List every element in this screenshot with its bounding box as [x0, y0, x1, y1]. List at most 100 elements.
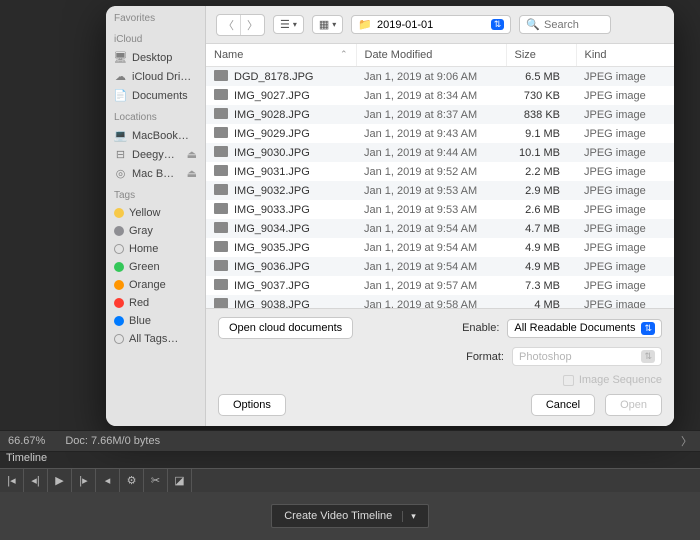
- eject-icon[interactable]: ⏏: [187, 148, 197, 161]
- image-thumbnail-icon: [214, 203, 228, 214]
- sidebar-item-label: Deegy…: [132, 149, 175, 161]
- table-row[interactable]: IMG_9033.JPGJan 1, 2019 at 9:53 AM2.6 MB…: [206, 200, 674, 219]
- sidebar-tag[interactable]: Red: [106, 294, 205, 312]
- table-row[interactable]: IMG_9034.JPGJan 1, 2019 at 9:54 AM4.7 MB…: [206, 219, 674, 238]
- image-thumbnail-icon: [214, 279, 228, 290]
- sidebar-tag[interactable]: Home: [106, 240, 205, 258]
- open-button: Open: [605, 394, 662, 416]
- table-row[interactable]: IMG_9028.JPGJan 1, 2019 at 8:37 AM838 KB…: [206, 105, 674, 124]
- locations-heading: Locations: [106, 105, 205, 126]
- tag-label: Yellow: [129, 207, 160, 219]
- sidebar-tag[interactable]: Orange: [106, 276, 205, 294]
- options-button[interactable]: Options: [218, 394, 286, 416]
- tag-dot-icon: [114, 262, 124, 272]
- audio-icon[interactable]: ◂: [96, 469, 120, 493]
- file-kind: JPEG image: [576, 295, 674, 308]
- tag-label: Orange: [129, 279, 166, 291]
- tag-dot-icon: [114, 316, 124, 326]
- sidebar-item-label: Documents: [132, 90, 188, 102]
- prev-frame-icon[interactable]: ◂|: [24, 469, 48, 493]
- file-size: 10.1 MB: [506, 143, 576, 162]
- updown-icon: ⇅: [491, 19, 505, 30]
- sidebar-item-label: MacBook…: [132, 130, 189, 142]
- sidebar-tag[interactable]: Yellow: [106, 204, 205, 222]
- file-size: 4 MB: [506, 295, 576, 308]
- folder-path-popup[interactable]: 📁 2019-01-01 ⇅: [351, 15, 511, 34]
- create-video-timeline-button[interactable]: Create Video Timeline ▾: [271, 504, 429, 528]
- file-date: Jan 1, 2019 at 9:54 AM: [356, 219, 506, 238]
- view-list-button[interactable]: ☰ ▾: [273, 15, 304, 34]
- table-row[interactable]: IMG_9032.JPGJan 1, 2019 at 9:53 AM2.9 MB…: [206, 181, 674, 200]
- table-row[interactable]: IMG_9027.JPGJan 1, 2019 at 8:34 AM730 KB…: [206, 86, 674, 105]
- settings-gear-icon[interactable]: ⚙: [120, 469, 144, 493]
- table-row[interactable]: IMG_9038.JPGJan 1, 2019 at 9:58 AM4 MBJP…: [206, 295, 674, 308]
- table-row[interactable]: IMG_9037.JPGJan 1, 2019 at 9:57 AM7.3 MB…: [206, 276, 674, 295]
- search-input[interactable]: [544, 19, 604, 31]
- status-bar: 66.67% Doc: 7.66M/0 bytes 〉: [0, 430, 700, 452]
- forward-icon[interactable]: 〉: [240, 15, 264, 35]
- col-kind[interactable]: Kind: [576, 44, 674, 67]
- col-size[interactable]: Size: [506, 44, 576, 67]
- file-kind: JPEG image: [576, 238, 674, 257]
- next-frame-icon[interactable]: |▸: [72, 469, 96, 493]
- file-name: IMG_9031.JPG: [234, 166, 310, 178]
- search-icon: 🔍: [526, 18, 540, 31]
- sidebar-tag[interactable]: All Tags…: [106, 330, 205, 348]
- file-kind: JPEG image: [576, 143, 674, 162]
- sidebar-item[interactable]: ⊟Deegy…⏏: [106, 145, 205, 164]
- dialog-sidebar: Favorites iCloud 🖥Desktop☁iCloud Dri…📄Do…: [106, 6, 206, 426]
- sidebar-item[interactable]: 📄Documents: [106, 86, 205, 105]
- sidebar-tag[interactable]: Gray: [106, 222, 205, 240]
- chevron-down-icon[interactable]: ▾: [402, 511, 416, 522]
- sidebar-item[interactable]: 💻MacBook…: [106, 126, 205, 145]
- table-row[interactable]: IMG_9031.JPGJan 1, 2019 at 9:52 AM2.2 MB…: [206, 162, 674, 181]
- col-date[interactable]: Date Modified: [356, 44, 506, 67]
- split-icon[interactable]: ✂: [144, 469, 168, 493]
- col-name[interactable]: Name: [214, 49, 243, 61]
- sidebar-item[interactable]: ◎Mac B…⏏: [106, 164, 205, 183]
- updown-icon: ⇅: [641, 350, 655, 363]
- play-icon[interactable]: ▶: [48, 469, 72, 493]
- search-field[interactable]: 🔍: [519, 15, 611, 34]
- table-row[interactable]: IMG_9035.JPGJan 1, 2019 at 9:54 AM4.9 MB…: [206, 238, 674, 257]
- image-thumbnail-icon: [214, 298, 228, 308]
- table-row[interactable]: IMG_9036.JPGJan 1, 2019 at 9:54 AM4.9 MB…: [206, 257, 674, 276]
- photoshop-window: Favorites iCloud 🖥Desktop☁iCloud Dri…📄Do…: [0, 0, 700, 540]
- file-name: IMG_9037.JPG: [234, 280, 310, 292]
- timeline-panel-label: Timeline: [6, 452, 47, 464]
- first-frame-icon[interactable]: |◂: [0, 469, 24, 493]
- file-name: IMG_9027.JPG: [234, 90, 310, 102]
- transition-icon[interactable]: ◪: [168, 469, 192, 493]
- chevron-right-icon[interactable]: 〉: [681, 433, 692, 449]
- cancel-button[interactable]: Cancel: [531, 394, 595, 416]
- file-kind: JPEG image: [576, 219, 674, 238]
- eject-icon[interactable]: ⏏: [187, 167, 197, 180]
- sidebar-item[interactable]: 🖥Desktop: [106, 48, 205, 67]
- file-kind: JPEG image: [576, 124, 674, 143]
- sidebar-tag[interactable]: Blue: [106, 312, 205, 330]
- column-headers[interactable]: Name⌃ Date Modified Size Kind: [206, 44, 674, 67]
- file-name: DGD_8178.JPG: [234, 71, 313, 83]
- file-size: 9.1 MB: [506, 124, 576, 143]
- view-grid-button[interactable]: ▦ ▾: [312, 15, 343, 34]
- file-size: 4.9 MB: [506, 238, 576, 257]
- table-row[interactable]: DGD_8178.JPGJan 1, 2019 at 9:06 AM6.5 MB…: [206, 67, 674, 87]
- enable-select[interactable]: All Readable Documents⇅: [507, 319, 662, 338]
- table-row[interactable]: IMG_9030.JPGJan 1, 2019 at 9:44 AM10.1 M…: [206, 143, 674, 162]
- file-size: 7.3 MB: [506, 276, 576, 295]
- file-size: 730 KB: [506, 86, 576, 105]
- format-select: Photoshop⇅: [512, 347, 662, 366]
- table-row[interactable]: IMG_9029.JPGJan 1, 2019 at 9:43 AM9.1 MB…: [206, 124, 674, 143]
- file-kind: JPEG image: [576, 86, 674, 105]
- file-list[interactable]: Name⌃ Date Modified Size Kind DGD_8178.J…: [206, 44, 674, 308]
- sidebar-item[interactable]: ☁iCloud Dri…: [106, 67, 205, 86]
- nav-back-forward[interactable]: 〈〉: [216, 14, 265, 36]
- sidebar-tag[interactable]: Green: [106, 258, 205, 276]
- zoom-level[interactable]: 66.67%: [8, 435, 45, 447]
- open-cloud-documents-button[interactable]: Open cloud documents: [218, 317, 353, 339]
- image-thumbnail-icon: [214, 222, 228, 233]
- file-size: 2.6 MB: [506, 200, 576, 219]
- file-name: IMG_9028.JPG: [234, 109, 310, 121]
- back-icon[interactable]: 〈: [217, 15, 240, 35]
- image-thumbnail-icon: [214, 184, 228, 195]
